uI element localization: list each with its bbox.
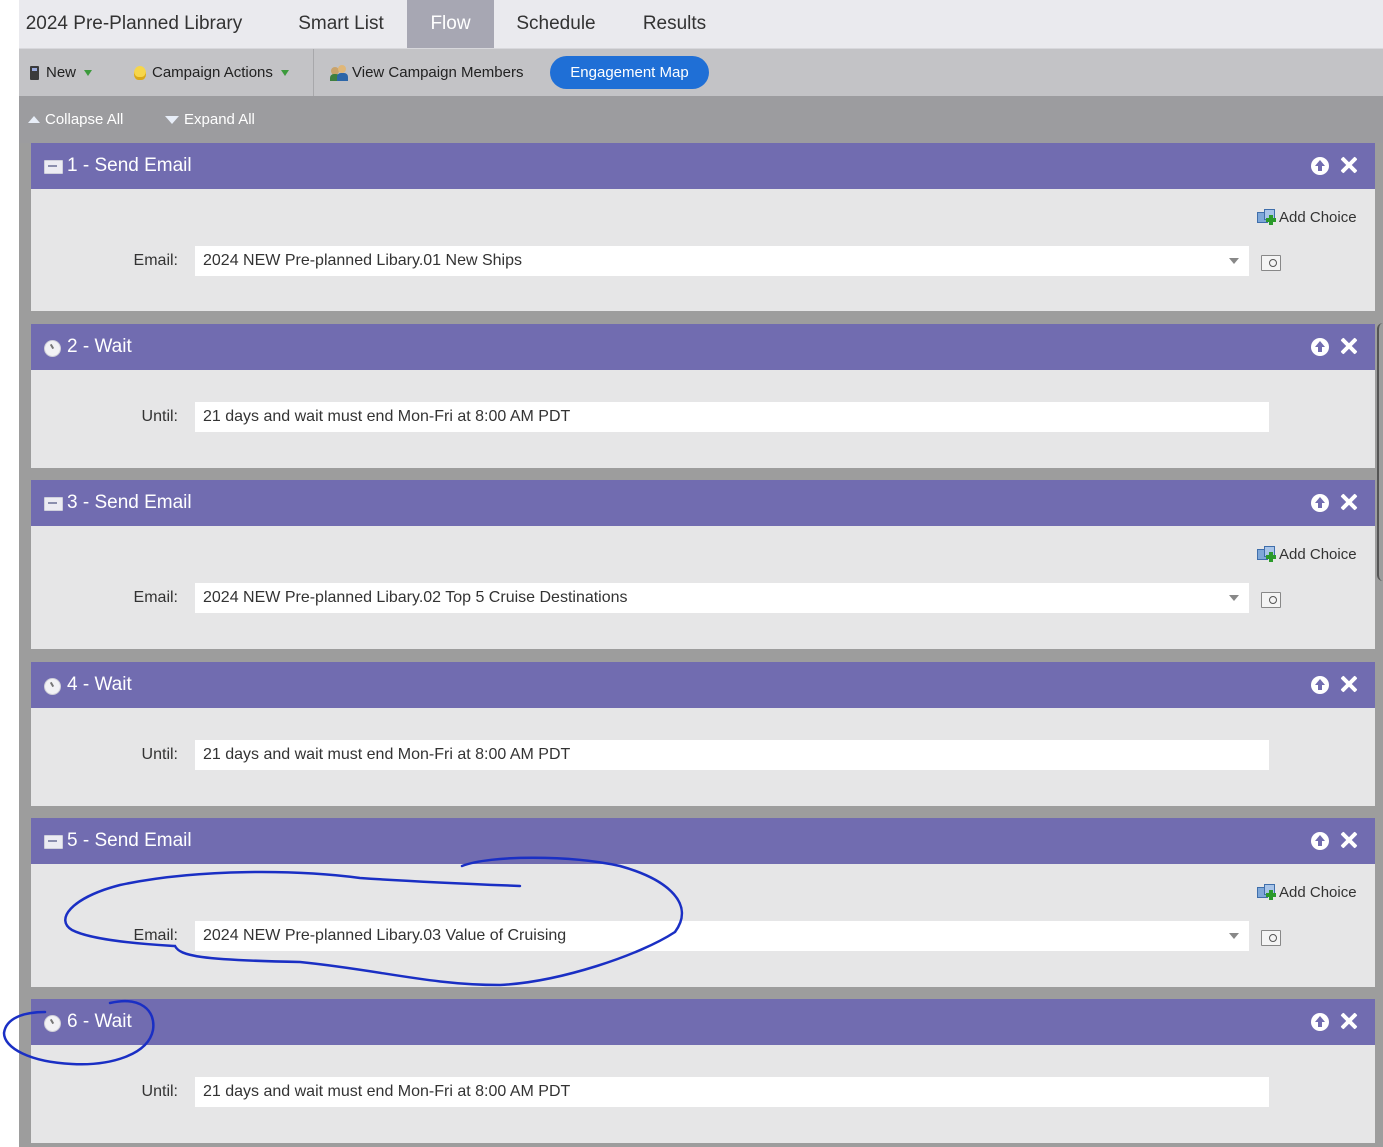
expand-all-button[interactable]: Expand All	[165, 96, 255, 143]
close-icon[interactable]	[1339, 1011, 1359, 1031]
view-members-label: View Campaign Members	[352, 64, 524, 81]
step-title: 1 - Send Email	[67, 155, 192, 176]
document-icon	[30, 65, 39, 80]
collapse-all-label: Collapse All	[45, 111, 124, 128]
tab-schedule[interactable]: Schedule	[498, 0, 614, 48]
tab-program-name[interactable]: 2024 Pre-Planned Library	[19, 0, 249, 48]
email-select-value: 2024 NEW Pre-planned Libary.01 New Ships	[203, 252, 522, 269]
engagement-map-button[interactable]: Engagement Map	[550, 56, 709, 89]
step-title: 2 - Wait	[67, 336, 132, 357]
close-icon[interactable]	[1339, 830, 1359, 850]
email-label: Email:	[133, 927, 178, 944]
arrow-up-circle-icon[interactable]	[1311, 157, 1329, 175]
until-label: Until:	[141, 1083, 178, 1100]
flow-step-header[interactable]: 2 - Wait	[31, 324, 1375, 370]
arrow-up-circle-icon[interactable]	[1311, 832, 1329, 850]
add-choice-button[interactable]: Add Choice	[1257, 884, 1357, 901]
new-menu-button[interactable]: New	[30, 49, 93, 96]
step-title: 4 - Wait	[67, 674, 132, 695]
flow-steps: 1 - Send Email Add Choice Email: 2024 NE…	[19, 143, 1383, 1147]
email-select[interactable]: 2024 NEW Pre-planned Libary.02 Top 5 Cru…	[195, 583, 1249, 613]
envelope-icon	[44, 497, 63, 511]
add-choice-icon	[1257, 209, 1277, 226]
program-tabs: 2024 Pre-Planned Library Smart List Flow…	[19, 0, 1383, 49]
tab-results[interactable]: Results	[622, 0, 727, 48]
step-title: 3 - Send Email	[67, 492, 192, 513]
email-select-value: 2024 NEW Pre-planned Libary.02 Top 5 Cru…	[203, 589, 628, 606]
clock-icon	[44, 340, 61, 357]
envelope-icon	[44, 835, 63, 849]
expand-all-label: Expand All	[184, 111, 255, 128]
flow-step-body: Until: 21 days and wait must end Mon-Fri…	[31, 1045, 1375, 1143]
people-icon	[330, 64, 348, 81]
email-label: Email:	[133, 589, 178, 606]
add-choice-button[interactable]: Add Choice	[1257, 546, 1357, 563]
collapse-icon	[28, 116, 40, 123]
flow-step-body: Until: 21 days and wait must end Mon-Fri…	[31, 370, 1375, 468]
add-choice-label: Add Choice	[1279, 546, 1357, 563]
flow-step-header[interactable]: 5 - Send Email	[31, 818, 1375, 864]
preview-icon[interactable]	[1261, 592, 1281, 608]
arrow-up-circle-icon[interactable]	[1311, 1013, 1329, 1031]
until-label: Until:	[141, 408, 178, 425]
tab-flow[interactable]: Flow	[407, 0, 494, 48]
toolbar-divider	[313, 49, 314, 96]
preview-icon[interactable]	[1261, 255, 1281, 271]
close-icon[interactable]	[1339, 492, 1359, 512]
email-label: Email:	[133, 252, 178, 269]
flow-step-body: Add Choice Email: 2024 NEW Pre-planned L…	[31, 526, 1375, 649]
view-campaign-members-button[interactable]: View Campaign Members	[330, 49, 523, 96]
clock-icon	[44, 1015, 61, 1032]
add-choice-label: Add Choice	[1279, 209, 1357, 226]
scrollbar[interactable]	[1377, 323, 1383, 581]
flow-step-header[interactable]: 1 - Send Email	[31, 143, 1375, 189]
collapse-all-button[interactable]: Collapse All	[28, 96, 123, 143]
flow-step-body: Add Choice Email: 2024 NEW Pre-planned L…	[31, 864, 1375, 987]
chevron-down-icon	[1229, 933, 1239, 939]
add-choice-icon	[1257, 546, 1277, 563]
until-field[interactable]: 21 days and wait must end Mon-Fri at 8:0…	[195, 740, 1269, 770]
preview-icon[interactable]	[1261, 930, 1281, 946]
new-label: New	[46, 64, 77, 81]
until-field[interactable]: 21 days and wait must end Mon-Fri at 8:0…	[195, 1077, 1269, 1107]
add-choice-label: Add Choice	[1279, 884, 1357, 901]
campaign-actions-label: Campaign Actions	[152, 64, 273, 81]
until-field-value: 21 days and wait must end Mon-Fri at 8:0…	[203, 1083, 571, 1100]
tree-controls: Collapse All Expand All	[19, 96, 1383, 143]
expand-icon	[165, 115, 179, 124]
until-field-value: 21 days and wait must end Mon-Fri at 8:0…	[203, 408, 571, 425]
arrow-up-circle-icon[interactable]	[1311, 494, 1329, 512]
step-title: 5 - Send Email	[67, 830, 192, 851]
envelope-icon	[44, 160, 63, 174]
flow-step-body: Add Choice Email: 2024 NEW Pre-planned L…	[31, 189, 1375, 311]
flow-step-body: Until: 21 days and wait must end Mon-Fri…	[31, 708, 1375, 806]
campaign-actions-button[interactable]: Campaign Actions	[134, 49, 289, 96]
dropdown-arrow-icon	[280, 69, 289, 76]
step-title: 6 - Wait	[67, 1011, 132, 1032]
clock-icon	[44, 678, 61, 695]
marketing-app: 2024 Pre-Planned Library Smart List Flow…	[19, 0, 1383, 1147]
dropdown-arrow-icon	[84, 69, 93, 76]
tab-smart-list[interactable]: Smart List	[277, 0, 405, 48]
email-select[interactable]: 2024 NEW Pre-planned Libary.01 New Ships	[195, 246, 1249, 276]
add-choice-icon	[1257, 884, 1277, 901]
lightbulb-icon	[134, 65, 146, 80]
close-icon[interactable]	[1339, 336, 1359, 356]
email-select-value: 2024 NEW Pre-planned Libary.03 Value of …	[203, 927, 567, 944]
until-label: Until:	[141, 746, 178, 763]
arrow-up-circle-icon[interactable]	[1311, 676, 1329, 694]
until-field[interactable]: 21 days and wait must end Mon-Fri at 8:0…	[195, 402, 1269, 432]
until-field-value: 21 days and wait must end Mon-Fri at 8:0…	[203, 746, 571, 763]
email-select[interactable]: 2024 NEW Pre-planned Libary.03 Value of …	[195, 921, 1249, 951]
add-choice-button[interactable]: Add Choice	[1257, 209, 1357, 226]
flow-step-header[interactable]: 4 - Wait	[31, 662, 1375, 708]
chevron-down-icon	[1229, 595, 1239, 601]
close-icon[interactable]	[1339, 155, 1359, 175]
flow-toolbar: New Campaign Actions View Campaign Membe…	[19, 49, 1383, 96]
flow-step-header[interactable]: 6 - Wait	[31, 999, 1375, 1045]
flow-step-header[interactable]: 3 - Send Email	[31, 480, 1375, 526]
chevron-down-icon	[1229, 258, 1239, 264]
arrow-up-circle-icon[interactable]	[1311, 338, 1329, 356]
close-icon[interactable]	[1339, 674, 1359, 694]
